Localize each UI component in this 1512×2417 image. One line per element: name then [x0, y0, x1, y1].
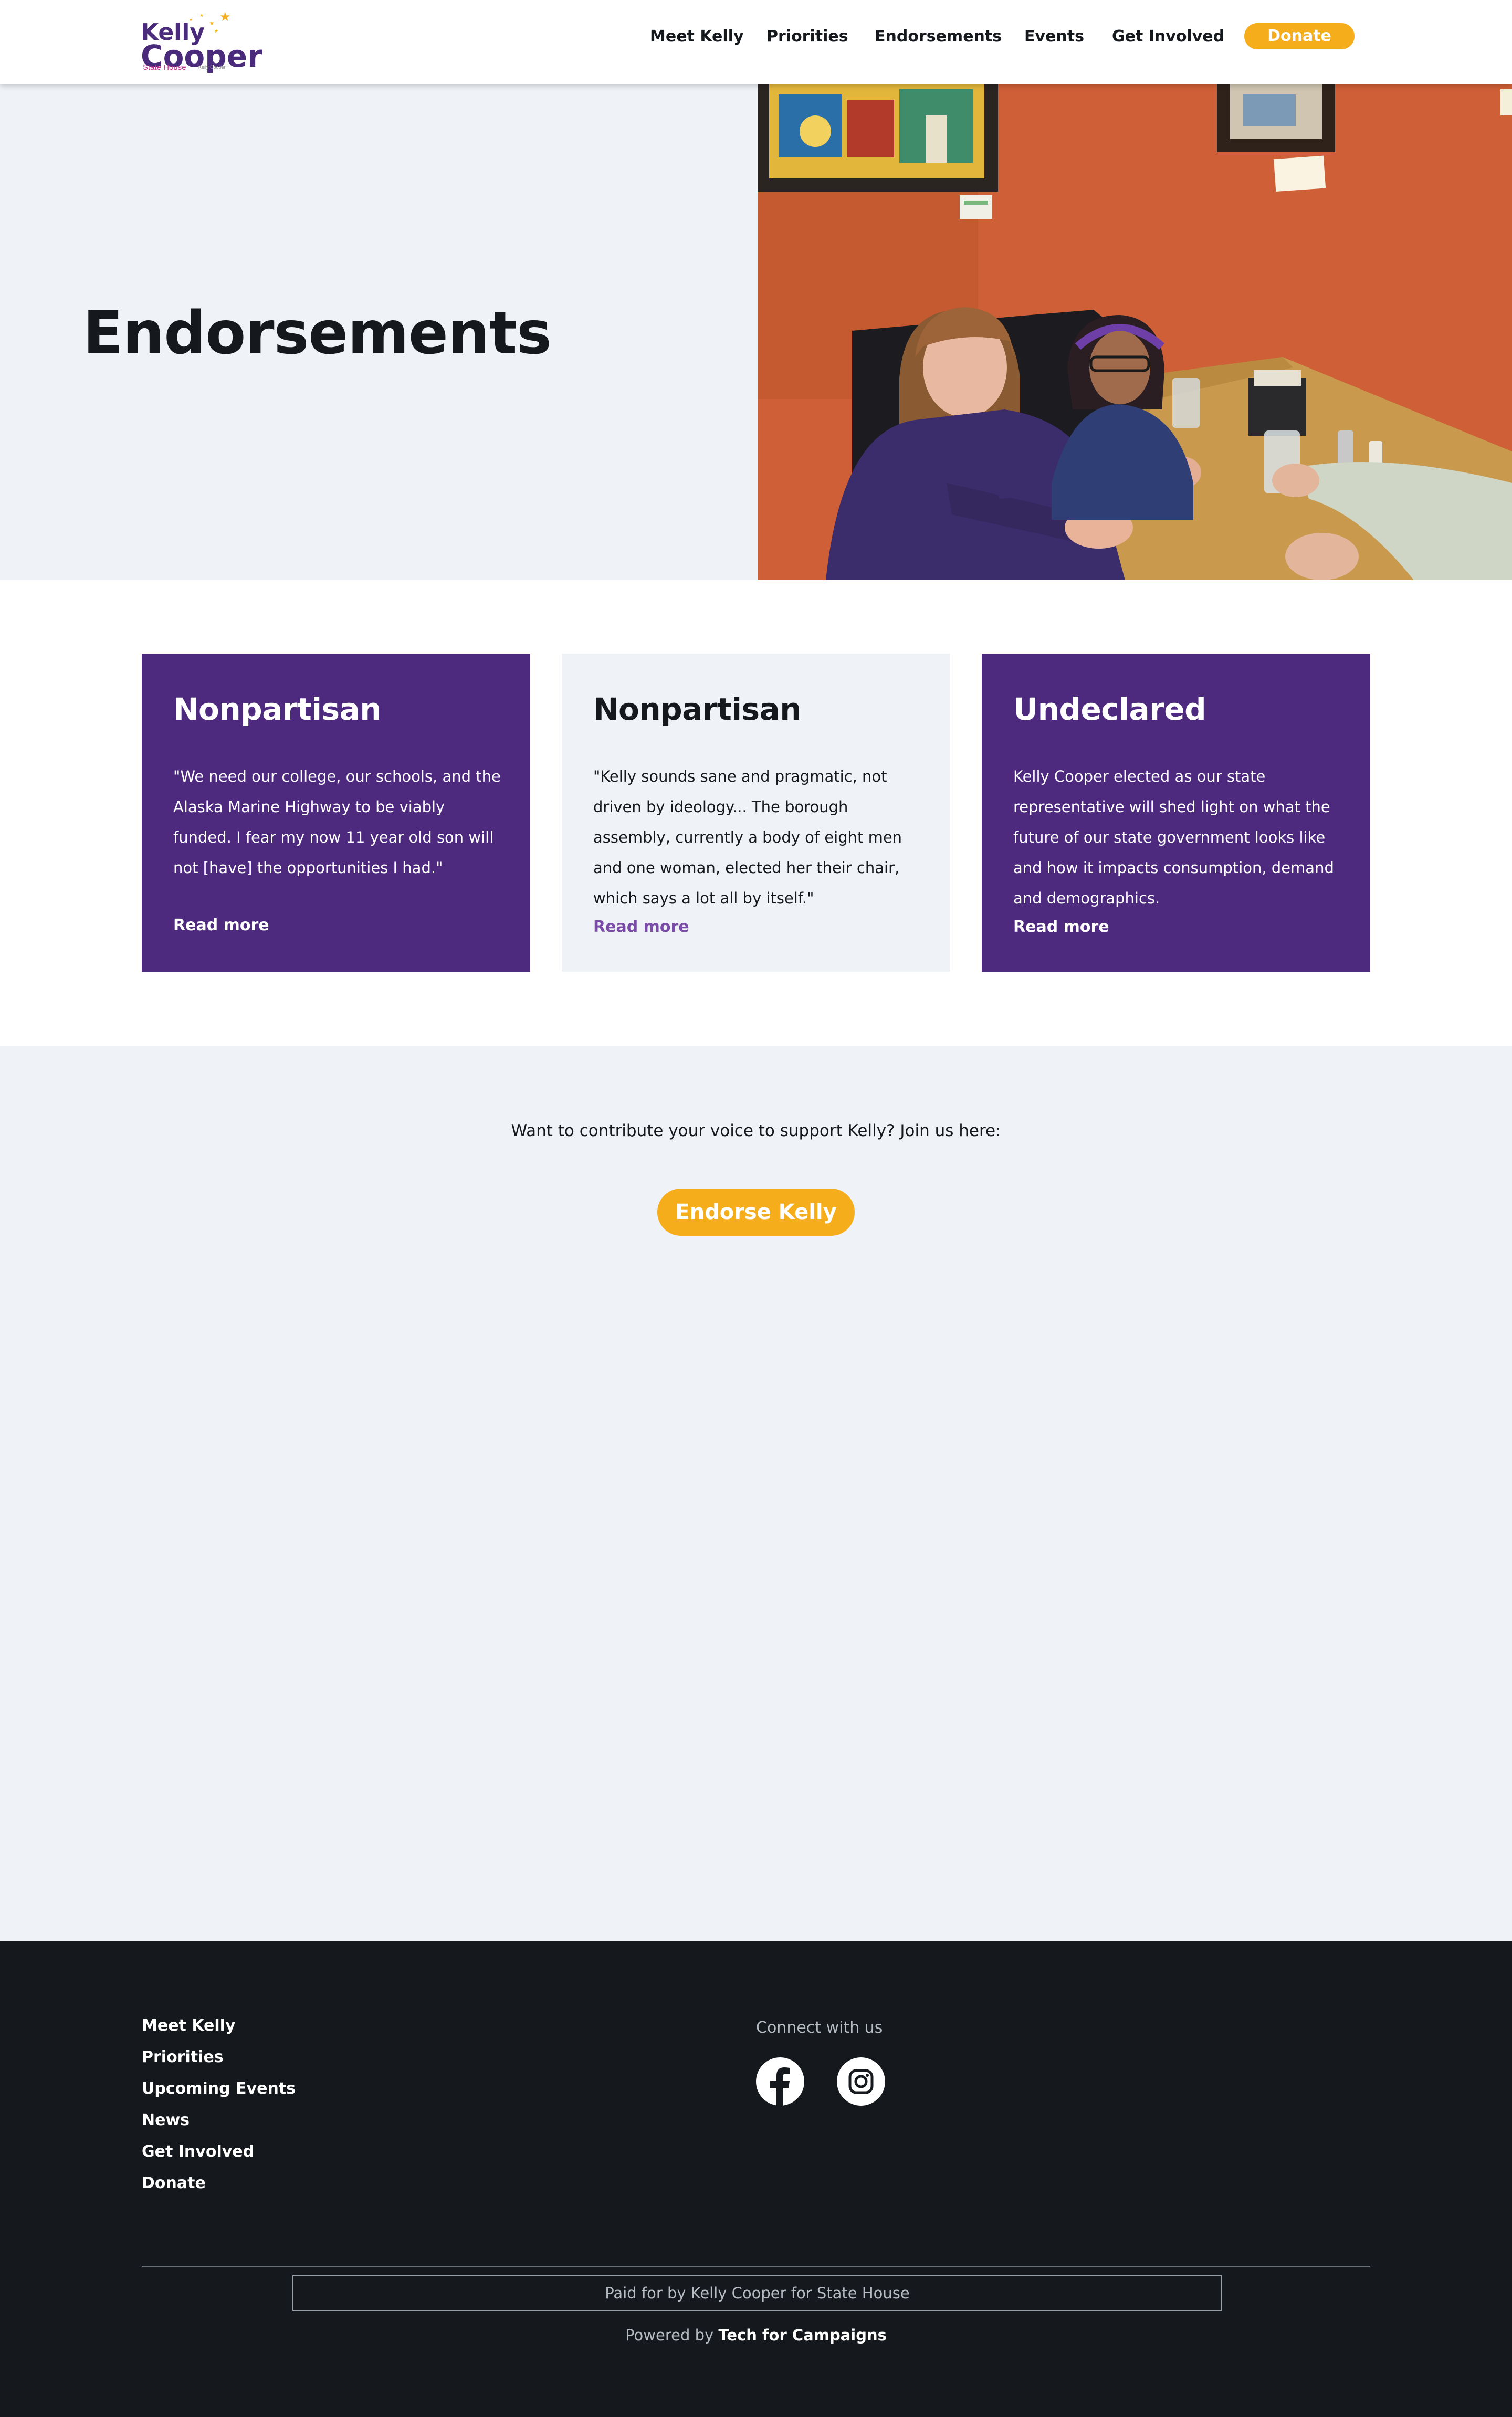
card-title: Nonpartisan — [593, 691, 802, 727]
endorsement-card: Nonpartisan "We need our college, our sc… — [142, 654, 530, 972]
donate-button[interactable]: Donate — [1244, 23, 1354, 49]
nav-item-endorsements[interactable]: Endorsements — [875, 25, 1002, 48]
logo-subtitle: State House — [143, 63, 186, 72]
powered-by: Powered by Tech for Campaigns — [0, 2326, 1512, 2344]
logo-tagline: Kelly Cooper — [198, 65, 226, 70]
card-title: Undeclared — [1013, 691, 1206, 727]
nav-item-get-involved[interactable]: Get Involved — [1112, 25, 1224, 48]
powered-by-prefix: Powered by — [625, 2326, 714, 2344]
logo-star-icon: ★ — [219, 9, 231, 24]
footer-link-news[interactable]: News — [142, 2110, 457, 2141]
nav-item-events[interactable]: Events — [1024, 25, 1084, 48]
facebook-icon[interactable] — [756, 2057, 804, 2106]
card-quote: "Kelly sounds sane and pragmatic, not dr… — [593, 768, 902, 907]
logo-star-icon: ★ — [209, 19, 215, 27]
logo-star-icon: ★ — [200, 13, 204, 18]
endorsement-card: Undeclared Kelly Cooper elected as our s… — [982, 654, 1370, 972]
card-title: Nonpartisan — [173, 691, 382, 727]
endorse-prompt: Want to contribute your voice to support… — [511, 1121, 1001, 1140]
site-footer: Meet Kelly Priorities Upcoming Events Ne… — [0, 1941, 1512, 2417]
footer-link-donate[interactable]: Donate — [142, 2173, 457, 2204]
nav-item-priorities[interactable]: Priorities — [766, 25, 848, 48]
footer-link-priorities[interactable]: Priorities — [142, 2047, 457, 2078]
card-quote: Kelly Cooper elected as our state repres… — [1013, 768, 1334, 907]
read-more-link[interactable]: Read more — [593, 918, 689, 936]
footer-link-upcoming-events[interactable]: Upcoming Events — [142, 2078, 457, 2110]
nav-item-meet-kelly[interactable]: Meet Kelly — [650, 25, 744, 48]
card-quote: "We need our college, our schools, and t… — [173, 768, 501, 877]
site-header: ★ ★ ★ ★ ★ Kelly Cooper State House Kelly… — [0, 0, 1512, 84]
footer-divider — [142, 2266, 1370, 2267]
endorsement-cards: Nonpartisan "We need our college, our sc… — [142, 654, 1370, 972]
read-more-link[interactable]: Read more — [173, 916, 269, 934]
connect-label: Connect with us — [756, 2019, 883, 2037]
endorse-kelly-button[interactable]: Endorse Kelly — [657, 1189, 855, 1236]
footer-nav: Meet Kelly Priorities Upcoming Events Ne… — [142, 2015, 457, 2204]
logo-star-icon: ★ — [214, 29, 219, 34]
endorsement-card: Nonpartisan "Kelly sounds sane and pragm… — [562, 654, 950, 972]
footer-link-get-involved[interactable]: Get Involved — [142, 2141, 457, 2173]
page-title: Endorsements — [83, 299, 552, 367]
footer-link-meet-kelly[interactable]: Meet Kelly — [142, 2015, 457, 2047]
endorse-section: Want to contribute your voice to support… — [0, 1046, 1512, 1941]
powered-by-brand-link[interactable]: Tech for Campaigns — [718, 2326, 886, 2344]
hero-photo — [758, 84, 1512, 580]
paid-for-disclaimer: Paid for by Kelly Cooper for State House — [292, 2275, 1222, 2311]
campaign-logo[interactable]: ★ ★ ★ ★ ★ Kelly Cooper State House Kelly… — [141, 9, 262, 75]
hero-section: Endorsements — [0, 84, 1512, 580]
instagram-icon[interactable] — [837, 2057, 885, 2106]
read-more-link[interactable]: Read more — [1013, 918, 1109, 936]
